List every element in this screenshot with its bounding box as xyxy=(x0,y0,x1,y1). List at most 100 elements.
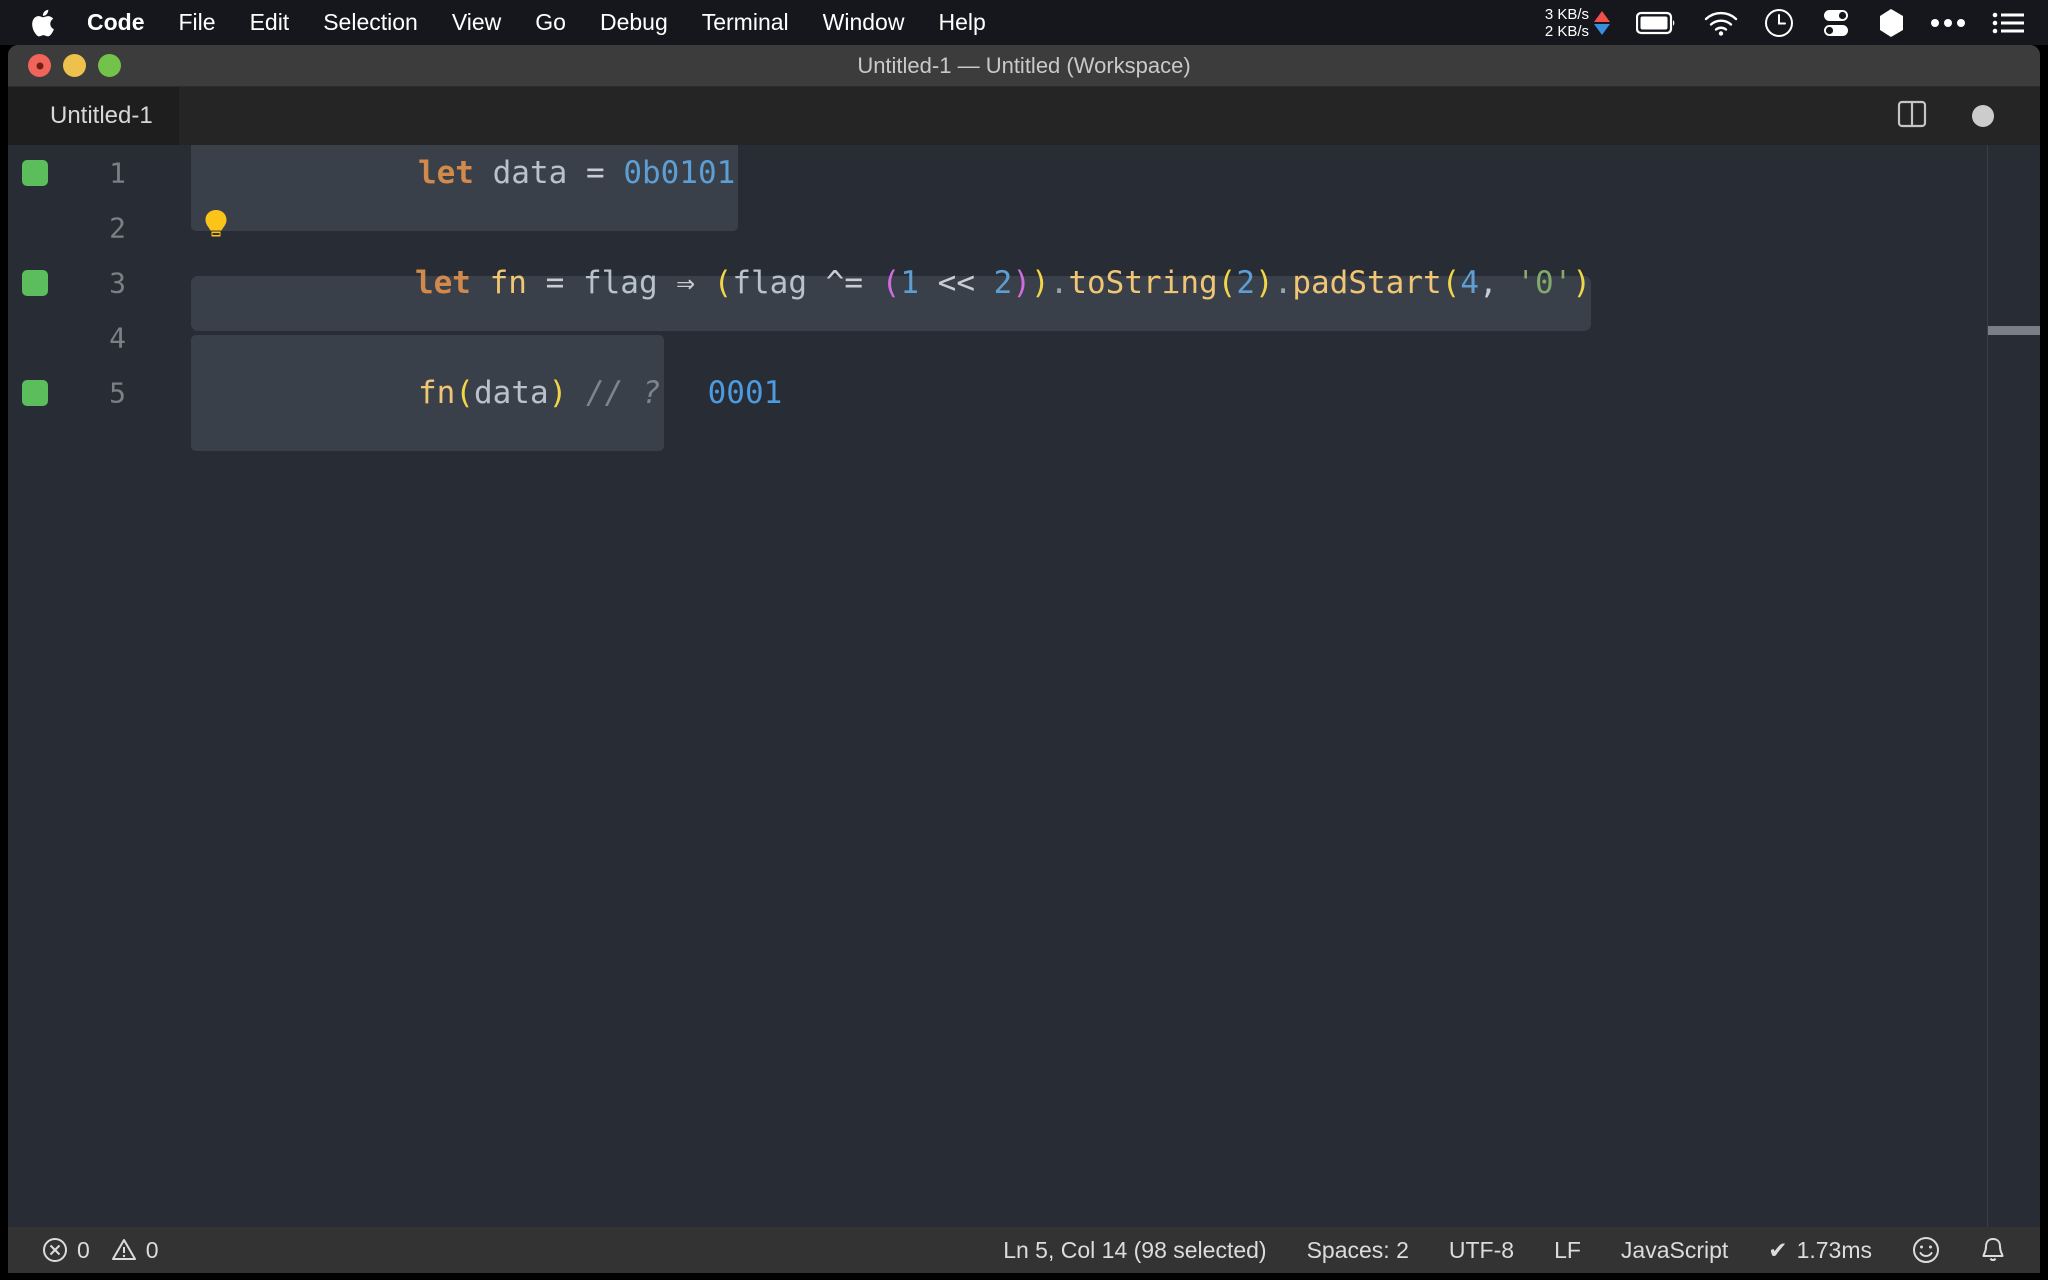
token-method: toString xyxy=(1068,265,1217,301)
token-function-name: fn xyxy=(418,375,455,411)
token-paren: ( xyxy=(714,265,733,301)
menu-item-code[interactable]: Code xyxy=(70,0,162,45)
editor-tabbar: Untitled-1 xyxy=(8,87,2040,145)
code-line-1[interactable]: 1 let data = 0b0101 xyxy=(8,145,2040,200)
line-number: 4 xyxy=(80,321,126,354)
code-lines: 1 let data = 0b0101 2 xyxy=(8,145,2040,420)
menu-item-terminal[interactable]: Terminal xyxy=(685,0,806,45)
token-comment: // xyxy=(586,375,623,411)
line-number: 5 xyxy=(80,376,126,409)
token-paren: ) xyxy=(1572,265,1591,301)
menu-item-debug[interactable]: Debug xyxy=(583,0,685,45)
line-number: 2 xyxy=(80,211,126,244)
token-arrow: ⇒ xyxy=(676,265,695,301)
token-paren: ) xyxy=(1255,265,1274,301)
selected-text: fn(data) // ? xyxy=(191,335,664,451)
code-editor[interactable]: 1 let data = 0b0101 2 xyxy=(8,145,2040,1227)
upload-arrow-icon xyxy=(1594,11,1610,22)
bell-notification-icon xyxy=(1980,1236,2006,1264)
change-marker xyxy=(22,160,48,186)
code-line-5[interactable]: 5 fn(data) // ? 0001 xyxy=(8,365,2040,420)
unsaved-indicator-dot[interactable] xyxy=(1972,105,1994,127)
menu-item-window[interactable]: Window xyxy=(806,0,922,45)
dropbox-icon[interactable] xyxy=(1878,8,1904,38)
token-number: 0b0101 xyxy=(623,155,735,191)
runtime-check-icon: ✔ xyxy=(1768,1237,1787,1264)
change-marker xyxy=(22,380,48,406)
change-marker xyxy=(22,270,48,296)
upload-speed-label: 3 KB/s xyxy=(1545,6,1589,23)
token-comment: ? xyxy=(642,375,661,411)
tab-label: Untitled-1 xyxy=(50,102,153,130)
editor-actions xyxy=(1896,98,2040,135)
line-number: 3 xyxy=(80,266,126,299)
vscode-window: Untitled-1 — Untitled (Workspace) Untitl… xyxy=(8,45,2040,1273)
line-number: 1 xyxy=(80,156,126,189)
token-number: 2 xyxy=(994,265,1013,301)
menu-item-help[interactable]: Help xyxy=(921,0,1002,45)
notifications-button[interactable] xyxy=(1960,1236,2006,1264)
list-menu-icon[interactable] xyxy=(1992,11,2024,35)
token-comma: , xyxy=(1479,265,1498,301)
menubar-items: Code File Edit Selection View Go Debug T… xyxy=(0,0,1003,45)
line-content: fn(data) // ? 0001 xyxy=(191,365,782,420)
network-speed-indicator[interactable]: 3 KB/s 2 KB/s xyxy=(1545,6,1610,40)
apple-logo-icon[interactable] xyxy=(22,0,62,45)
menu-item-edit[interactable]: Edit xyxy=(233,0,307,45)
token-function-name: fn xyxy=(490,265,527,301)
cursor-position-status[interactable]: Ln 5, Col 14 (98 selected) xyxy=(983,1237,1286,1264)
token-number: 4 xyxy=(1460,265,1479,301)
indentation-status[interactable]: Spaces: 2 xyxy=(1287,1237,1429,1264)
token-paren: ( xyxy=(882,265,901,301)
inline-result-value: 0001 xyxy=(708,375,783,411)
warning-icon xyxy=(111,1237,137,1263)
line-content: let data = 0b0101 xyxy=(191,145,738,200)
token-paren: ( xyxy=(1218,265,1237,301)
battery-icon[interactable] xyxy=(1636,11,1678,35)
eol-status[interactable]: LF xyxy=(1534,1237,1601,1264)
code-line-3[interactable]: 3 let fn = flag ⇒ (flag ^= (1 << 2)).toS… xyxy=(8,255,2040,310)
token-number: 1 xyxy=(900,265,919,301)
token-keyword: let xyxy=(415,265,471,301)
token-paren: ( xyxy=(455,375,474,411)
status-bar-left: 0 0 xyxy=(8,1237,179,1264)
token-param: flag xyxy=(732,265,807,301)
token-paren: ) xyxy=(549,375,568,411)
token-paren: ) xyxy=(1012,265,1031,301)
control-center-icon[interactable] xyxy=(1820,8,1852,38)
token-string: '0' xyxy=(1516,265,1572,301)
encoding-status[interactable]: UTF-8 xyxy=(1429,1237,1534,1264)
wifi-icon[interactable] xyxy=(1704,10,1738,36)
macos-menubar: Code File Edit Selection View Go Debug T… xyxy=(0,0,2048,45)
menu-item-go[interactable]: Go xyxy=(518,0,583,45)
feedback-button[interactable] xyxy=(1892,1236,1960,1264)
line-content: let fn = flag ⇒ (flag ^= (1 << 2)).toStr… xyxy=(191,255,1591,310)
token-keyword: let xyxy=(418,155,474,191)
download-speed-label: 2 KB/s xyxy=(1545,23,1589,40)
problems-status[interactable]: 0 0 xyxy=(42,1237,179,1264)
status-bar: 0 0 Ln 5, Col 14 (98 selected) Spaces: 2… xyxy=(8,1227,2040,1273)
menu-item-view[interactable]: View xyxy=(435,0,518,45)
token-xor-assign: ^= xyxy=(826,265,863,301)
download-arrow-icon xyxy=(1594,24,1610,35)
language-mode-status[interactable]: JavaScript xyxy=(1601,1237,1748,1264)
ellipsis-icon[interactable] xyxy=(1930,18,1966,28)
menu-item-selection[interactable]: Selection xyxy=(306,0,435,45)
token-dot: . xyxy=(1274,265,1293,301)
window-title: Untitled-1 — Untitled (Workspace) xyxy=(8,53,2040,79)
menu-item-file[interactable]: File xyxy=(162,0,233,45)
token-identifier: data xyxy=(474,375,549,411)
split-editor-icon[interactable] xyxy=(1896,98,1928,135)
tab-untitled-1[interactable]: Untitled-1 xyxy=(8,87,179,145)
token-paren: ) xyxy=(1031,265,1050,301)
token-identifier: data xyxy=(493,155,568,191)
clock-icon[interactable] xyxy=(1764,8,1794,38)
runtime-duration: 1.73ms xyxy=(1797,1237,1872,1264)
status-bar-right: Ln 5, Col 14 (98 selected) Spaces: 2 UTF… xyxy=(983,1236,2040,1264)
token-param: flag xyxy=(583,265,658,301)
runtime-status[interactable]: ✔ 1.73ms xyxy=(1748,1237,1892,1264)
token-method: padStart xyxy=(1292,265,1441,301)
overview-ruler-mark[interactable] xyxy=(1988,326,2040,335)
token-dot: . xyxy=(1050,265,1069,301)
smiley-feedback-icon xyxy=(1912,1236,1940,1264)
